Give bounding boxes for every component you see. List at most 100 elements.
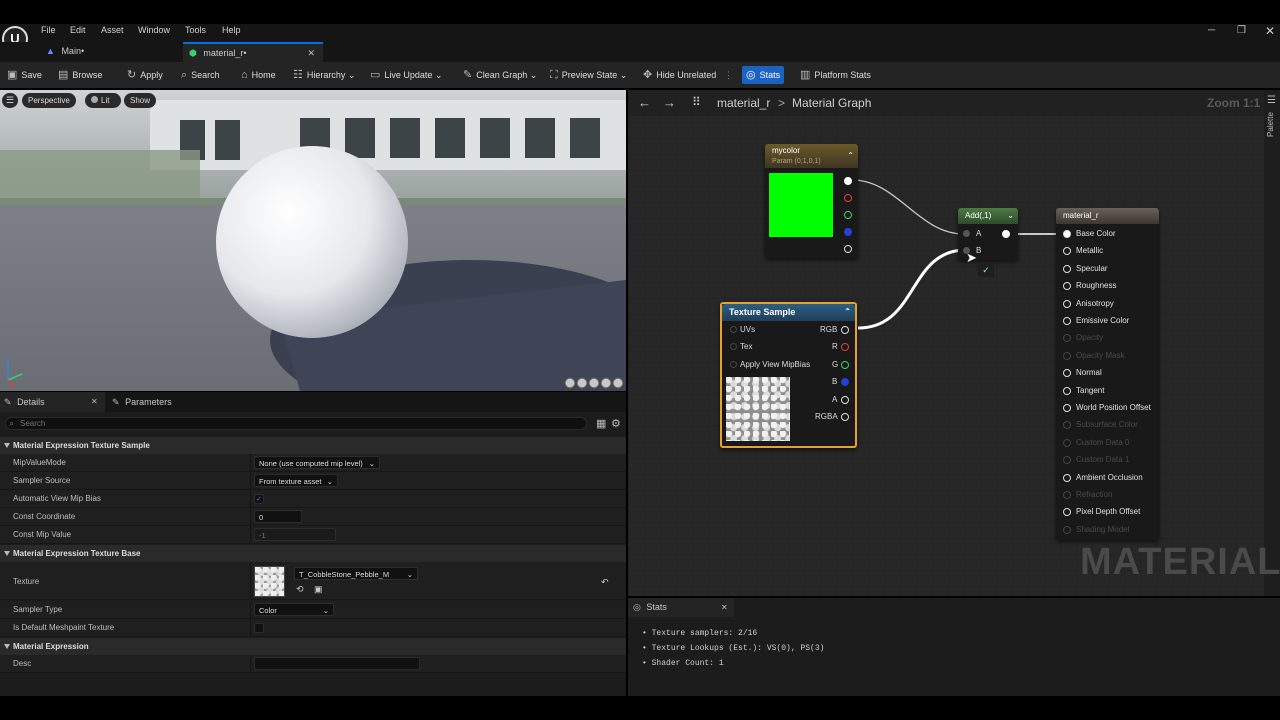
restore-icon[interactable]: ❐ (1237, 25, 1246, 36)
pin-label: Ambient Occlusion (1076, 472, 1143, 482)
menu-tools[interactable]: Tools (185, 25, 206, 35)
output-pin-b[interactable] (841, 378, 849, 386)
platform-stats-button[interactable]: ▥ Platform Stats (800, 62, 871, 88)
stats-button[interactable]: ◎ Stats (742, 66, 785, 84)
sampler-source-dropdown[interactable]: From texture asset ⌄ (254, 474, 338, 487)
input-pin[interactable] (1063, 438, 1071, 447)
meshpaint-checkbox[interactable] (254, 623, 264, 633)
clean-graph-button[interactable]: ✎ Clean Graph ⌄ (463, 62, 537, 88)
tab-details-label: Details (17, 397, 45, 407)
use-selected-asset-icon[interactable]: ⟲ (296, 584, 304, 595)
collapse-icon[interactable]: ⌃ (847, 148, 854, 164)
output-pin-rgba[interactable] (841, 413, 849, 421)
output-pin-rgb[interactable] (841, 326, 849, 334)
input-pin-a[interactable] (963, 230, 970, 237)
output-pin-r[interactable] (841, 343, 849, 351)
input-pin[interactable] (1063, 264, 1071, 273)
apply-button[interactable]: ↻ Apply (127, 62, 163, 88)
lit-button[interactable]: Lit (85, 93, 121, 108)
input-pin-mipbias[interactable] (730, 361, 737, 368)
const-mip-value-input[interactable]: -1 (254, 528, 336, 541)
menu-asset[interactable]: Asset (101, 25, 124, 35)
input-pin[interactable] (1063, 404, 1071, 412)
browse-button[interactable]: ▤ Browse (58, 62, 102, 88)
live-update-button[interactable]: ▭ Live Update ⌄ (370, 62, 443, 88)
close-tab-icon[interactable]: ✕ (91, 392, 98, 412)
input-pin[interactable] (1063, 351, 1071, 360)
input-pin-uvs[interactable] (730, 326, 737, 333)
automatic-view-mip-bias-checkbox[interactable]: ✓ (254, 494, 264, 504)
toolbar-overflow-icon[interactable]: ⋮ (724, 62, 733, 88)
menu-edit[interactable]: Edit (70, 25, 86, 35)
tab-parameters[interactable]: ✎ Parameters (108, 392, 208, 412)
perspective-button[interactable]: Perspective (22, 93, 76, 108)
input-pin[interactable] (1063, 491, 1071, 499)
input-pin[interactable] (1063, 334, 1071, 343)
input-pin[interactable] (1063, 230, 1071, 238)
input-pin[interactable] (1063, 247, 1071, 256)
tab-close-icon[interactable]: ✕ (307, 44, 315, 62)
input-pin[interactable] (1063, 299, 1071, 308)
tab-material[interactable]: ⬢ material_r• ✕ (183, 42, 323, 62)
reset-to-default-icon[interactable]: ↶ (601, 577, 609, 588)
menu-help[interactable]: Help (222, 25, 241, 35)
category-material-expression[interactable]: Material Expression (0, 638, 626, 655)
output-pin-rgb[interactable] (844, 177, 852, 185)
sampler-type-dropdown[interactable]: Color ⌄ (254, 603, 334, 616)
input-pin[interactable] (1063, 369, 1071, 378)
input-pin[interactable] (1063, 456, 1071, 465)
output-pin-a[interactable] (844, 245, 852, 253)
menu-window[interactable]: Window (138, 25, 170, 35)
chevron-down-icon[interactable]: ⌄ (1007, 208, 1014, 224)
desc-input[interactable] (254, 657, 420, 670)
viewport-menu-icon[interactable]: ☰ (2, 93, 18, 108)
close-window-icon[interactable]: ✕ (1265, 24, 1275, 38)
input-pin[interactable] (1063, 386, 1071, 395)
category-texture-base[interactable]: Material Expression Texture Base (0, 545, 626, 562)
collapse-icon[interactable]: ⌃ (844, 304, 851, 320)
texture-asset-dropdown[interactable]: T_CobbleStone_Pebble_M ⌄ (294, 567, 418, 580)
input-pin[interactable] (1063, 508, 1071, 517)
node-subtitle: Param (0,1,0,1) (772, 158, 821, 165)
material-graph[interactable]: ← → ⠿ material_r > Material Graph Zoom 1… (628, 90, 1280, 596)
browse-asset-icon[interactable]: ▣ (314, 584, 323, 595)
input-pin[interactable] (1063, 473, 1071, 482)
output-pin-g[interactable] (844, 211, 852, 219)
output-pin-g[interactable] (841, 361, 849, 369)
search-button[interactable]: ⌕ Search (181, 62, 220, 88)
hide-unrelated-button[interactable]: ✥ Hide Unrelated (643, 62, 716, 88)
texture-thumbnail[interactable] (254, 566, 285, 597)
home-button[interactable]: ⌂ Home (241, 62, 276, 88)
node-material-result[interactable]: material_r Base Color Metallic Specular Rou… (1056, 208, 1159, 540)
input-pin[interactable] (1063, 525, 1071, 534)
category-texture-sample[interactable]: Material Expression Texture Sample (0, 437, 626, 454)
node-mycolor[interactable]: mycolor Param (0,1,0,1) ⌃ (765, 144, 858, 258)
save-button[interactable]: ▣ Save (7, 62, 42, 88)
const-coordinate-input[interactable]: 0 (254, 510, 302, 523)
input-pin[interactable] (1063, 282, 1071, 291)
hierarchy-button[interactable]: ☷ Hierarchy ⌄ (293, 62, 355, 88)
settings-gear-icon[interactable]: ⚙ (611, 417, 621, 430)
close-tab-icon[interactable]: ✕ (721, 598, 728, 617)
table-view-icon[interactable]: ▦ (596, 417, 606, 430)
preview-icon: ⛶ (550, 69, 558, 81)
tab-stats[interactable]: ◎ Stats ✕ (628, 598, 734, 617)
node-texture-sample[interactable]: Texture Sample ⌃ UVs Tex Apply View MipBi… (720, 302, 857, 448)
tab-details[interactable]: ✎ Details ✕ (0, 392, 105, 412)
output-pin-r[interactable] (844, 194, 852, 202)
show-button[interactable]: Show (124, 93, 157, 108)
preview-state-button[interactable]: ⛶ Preview State ⌄ (550, 62, 627, 88)
minimize-icon[interactable]: ─ (1208, 25, 1215, 36)
preview-viewport[interactable]: ☰ Perspective Lit Show (0, 90, 626, 391)
input-pin[interactable] (1063, 421, 1071, 430)
input-pin[interactable] (1063, 317, 1071, 325)
output-pin-a[interactable] (841, 396, 849, 404)
menu-file[interactable]: File (41, 25, 56, 35)
output-pin[interactable] (1002, 230, 1010, 238)
save-label: Save (21, 70, 42, 80)
tab-main[interactable]: ▲ Main• (40, 42, 180, 62)
input-pin-tex[interactable] (730, 343, 737, 350)
mip-value-mode-dropdown[interactable]: None (use computed mip level) ⌄ (254, 456, 380, 469)
details-search-input[interactable] (5, 417, 587, 430)
output-pin-b[interactable] (844, 228, 852, 236)
